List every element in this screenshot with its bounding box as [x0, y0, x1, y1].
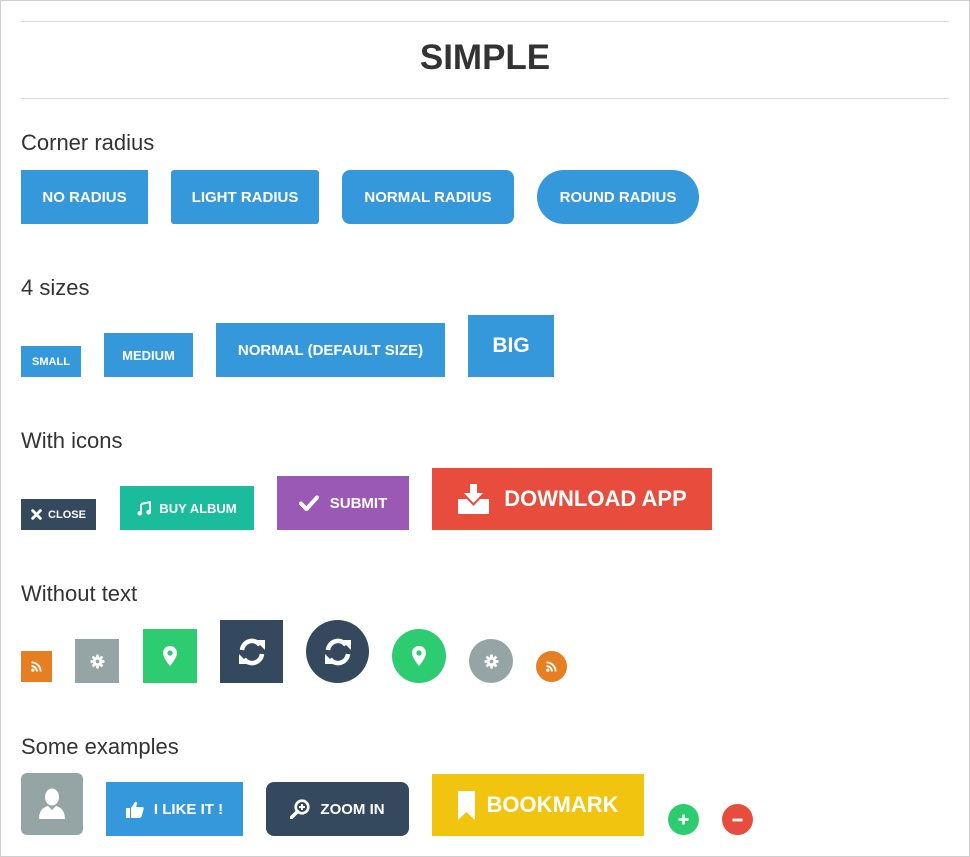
medium-button[interactable]: MEDIUM — [104, 333, 193, 377]
thumbs-up-icon — [125, 801, 144, 818]
refresh-button-round-big[interactable] — [306, 620, 369, 683]
download-app-button-label: DOWNLOAD APP — [504, 486, 687, 511]
user-icon — [37, 788, 67, 820]
buy-album-button[interactable]: BUY ALBUM — [120, 486, 254, 530]
music-icon — [137, 500, 152, 516]
section-label-without-text: Without text — [21, 581, 138, 606]
gear-icon — [89, 653, 105, 669]
download-icon — [457, 483, 490, 515]
section-label-corner-radius: Corner radius — [21, 130, 155, 155]
map-marker-button-normal[interactable] — [143, 629, 197, 683]
rss-icon — [31, 661, 42, 672]
plus-icon — [678, 814, 689, 825]
like-button[interactable]: I LIKE IT ! — [106, 782, 243, 836]
page-frame — [0, 0, 970, 857]
buy-album-button-label: BUY ALBUM — [159, 500, 237, 516]
rss-button-round[interactable] — [536, 651, 567, 682]
normal-radius-button[interactable]: NORMAL RADIUS — [342, 170, 514, 224]
map-marker-icon — [412, 646, 426, 666]
rss-button-small[interactable] — [21, 651, 52, 682]
bookmark-button-label: BOOKMARK — [486, 792, 619, 817]
top-divider — [21, 21, 949, 22]
bookmark-button[interactable]: BOOKMARK — [432, 774, 644, 836]
close-button[interactable]: CLOSE — [21, 499, 96, 530]
normal-size-button[interactable]: NORMAL (DEFAULT SIZE) — [216, 323, 445, 377]
page-title: SIMPLE — [419, 38, 551, 77]
big-button[interactable]: BIG — [468, 315, 554, 377]
small-button[interactable]: SMALL — [21, 346, 81, 377]
no-radius-button[interactable]: NO RADIUS — [21, 170, 148, 224]
round-radius-button[interactable]: ROUND RADIUS — [537, 170, 699, 224]
section-label-sizes: 4 sizes — [21, 275, 90, 300]
like-button-label: I LIKE IT ! — [153, 800, 224, 818]
submit-button[interactable]: SUBMIT — [277, 476, 409, 530]
minus-icon — [732, 818, 743, 822]
zoom-in-button[interactable]: ZOOM IN — [266, 782, 409, 836]
plus-button[interactable] — [668, 804, 699, 835]
gear-button-round[interactable] — [469, 639, 513, 683]
user-button[interactable] — [21, 773, 83, 835]
zoom-in-icon — [290, 799, 311, 819]
section-label-with-icons: With icons — [21, 428, 123, 453]
close-icon — [31, 509, 42, 520]
submit-button-label: SUBMIT — [329, 494, 388, 512]
zoom-in-button-label: ZOOM IN — [320, 800, 385, 818]
map-marker-button-round[interactable] — [392, 629, 446, 683]
title-divider — [21, 98, 949, 99]
download-app-button[interactable]: DOWNLOAD APP — [432, 468, 712, 530]
gear-icon — [483, 653, 499, 669]
refresh-icon — [237, 638, 267, 666]
section-label-examples: Some examples — [21, 734, 179, 759]
minus-button[interactable] — [722, 804, 753, 835]
close-button-label: CLOSE — [48, 508, 86, 521]
bookmark-icon — [457, 790, 475, 820]
refresh-icon — [323, 638, 353, 666]
refresh-button-big[interactable] — [220, 620, 283, 683]
map-marker-icon — [163, 646, 177, 666]
light-radius-button[interactable]: LIGHT RADIUS — [171, 170, 319, 224]
check-icon — [298, 495, 319, 511]
gear-button-medium[interactable] — [75, 639, 119, 683]
rss-icon — [546, 661, 557, 672]
